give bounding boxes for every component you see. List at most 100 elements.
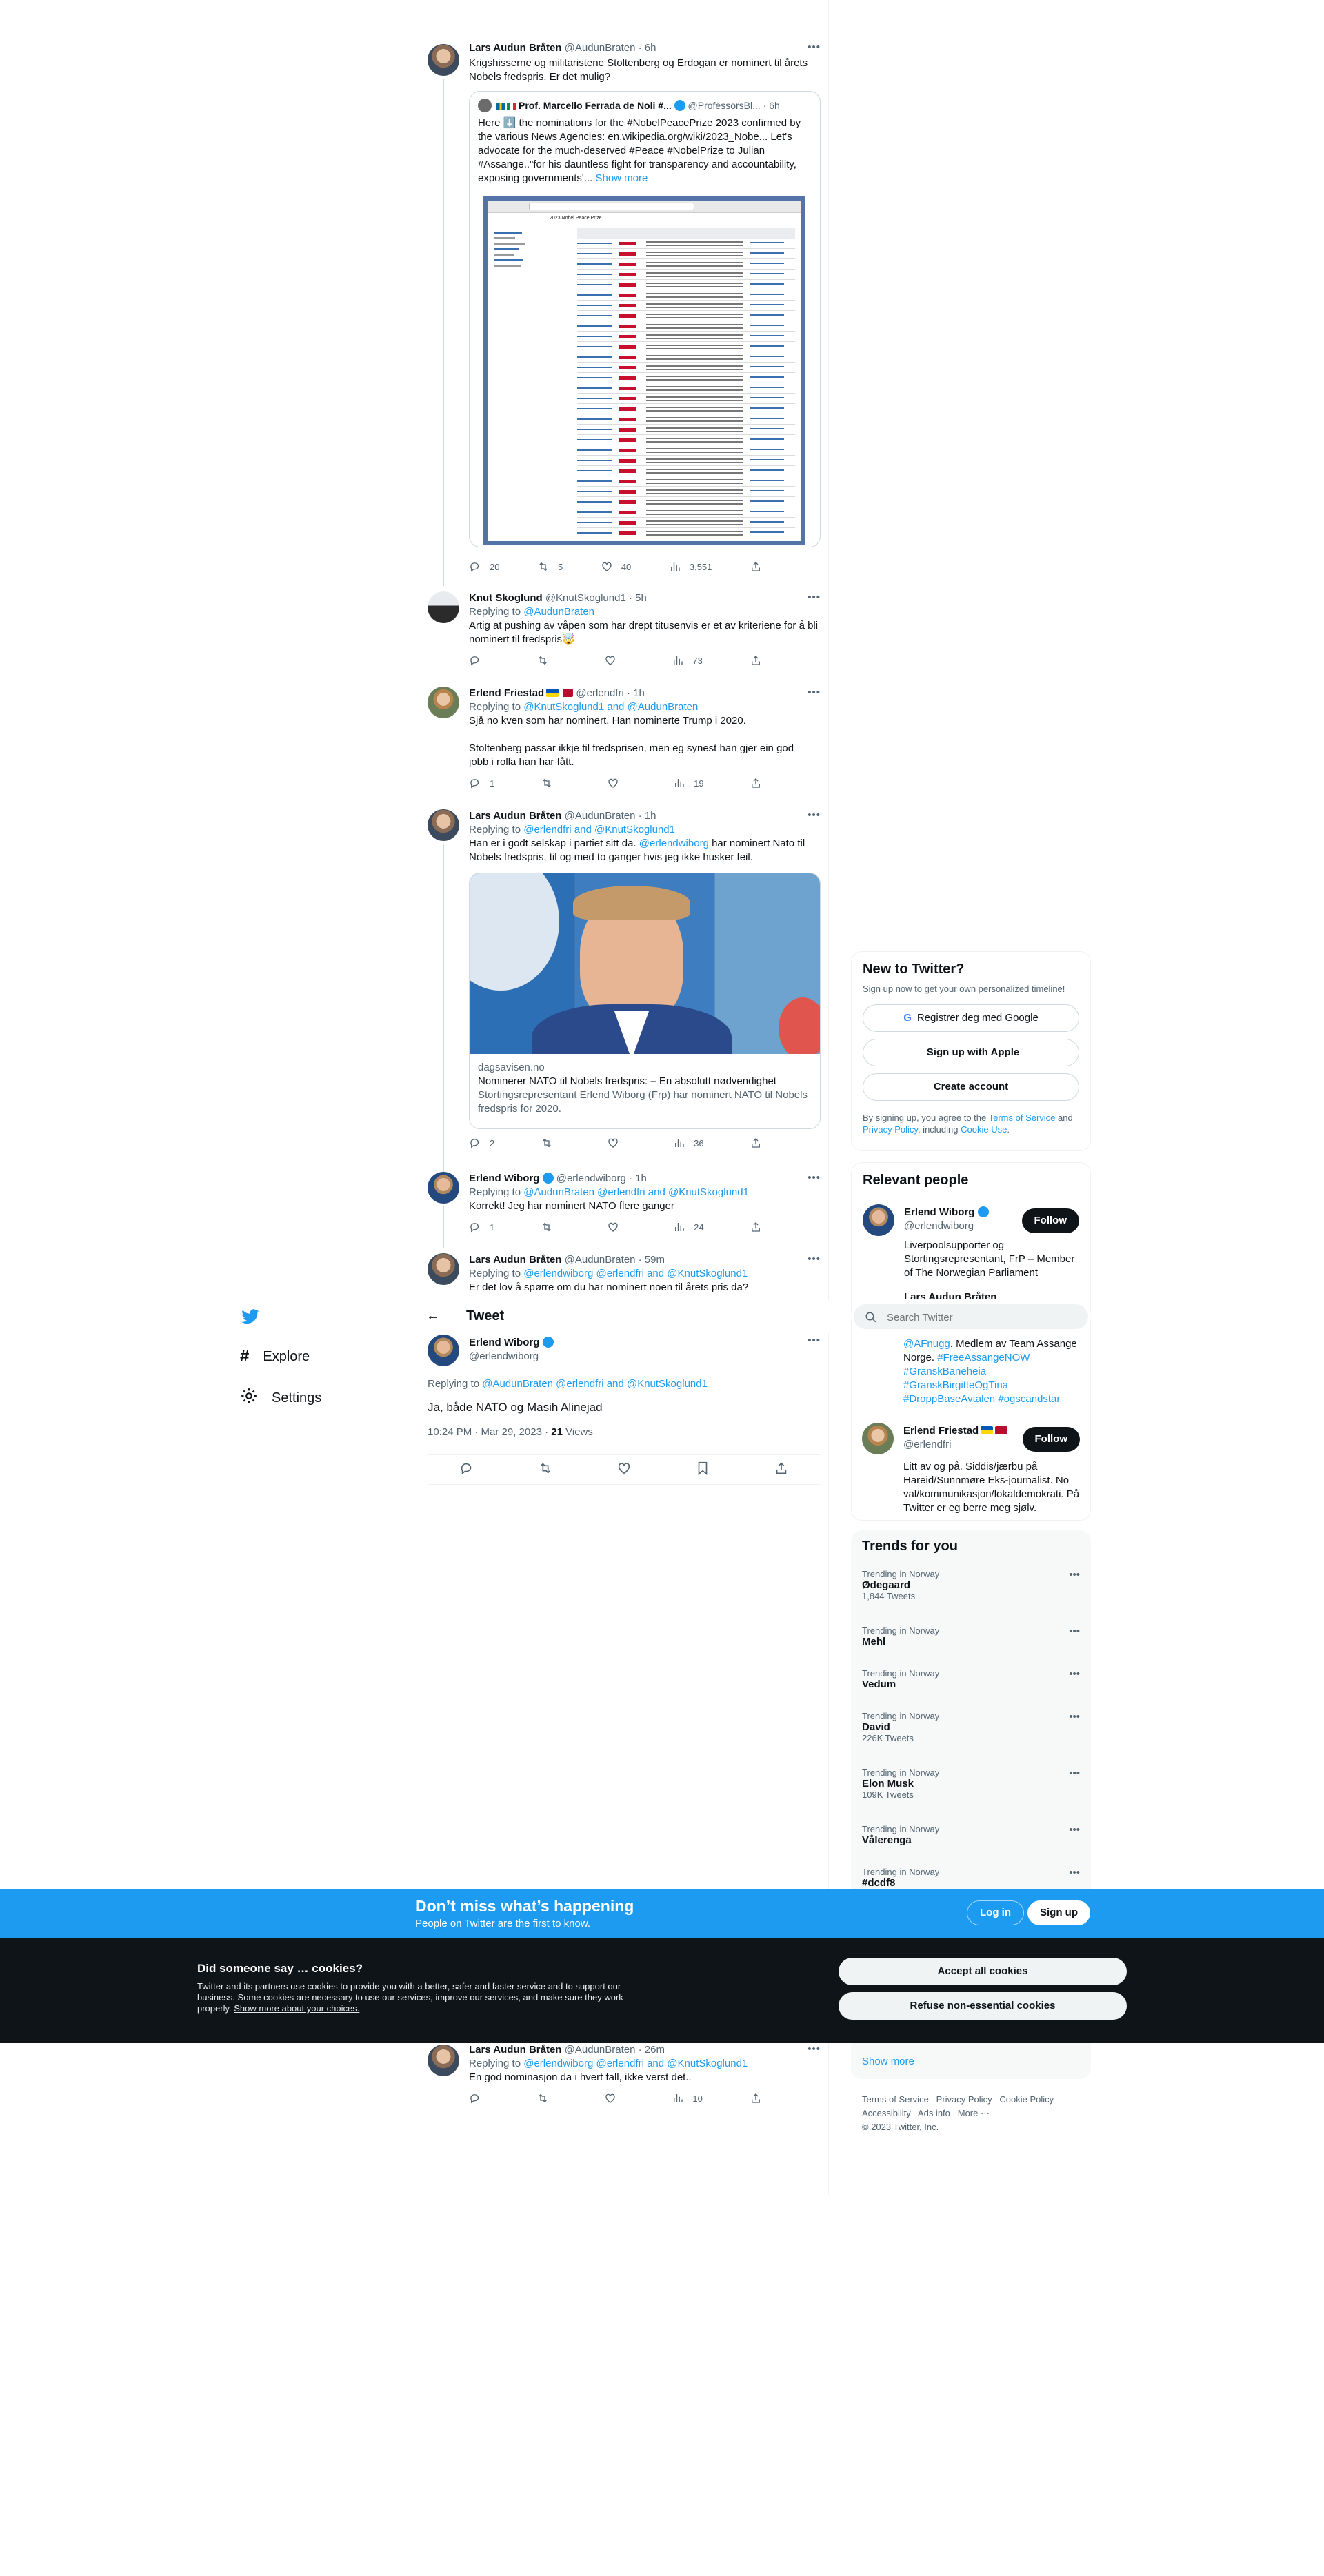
like-button[interactable]	[616, 1461, 632, 1479]
link-card[interactable]: dagsavisen.no Nominerer NATO til Nobels …	[469, 873, 821, 1129]
author-meta[interactable]: @KnutSkoglund1 · 5h	[545, 592, 647, 604]
person-handle[interactable]: @erlendfri	[903, 1438, 1007, 1452]
hashtag-link[interactable]: #ogscandstar	[998, 1393, 1060, 1405]
share-icon[interactable]	[750, 1221, 762, 1233]
more-icon[interactable]: •••	[808, 809, 821, 821]
tweet[interactable]: Knut Skoglund @KnutSkoglund1 · 5h ••• Re…	[428, 591, 821, 674]
footer-terms-link[interactable]: Terms of Service	[862, 2094, 929, 2105]
avatar[interactable]	[428, 591, 459, 623]
avatar[interactable]	[428, 809, 459, 841]
avatar[interactable]	[428, 2045, 459, 2076]
cookie-use-link[interactable]: Cookie Use	[961, 1124, 1007, 1135]
author-meta[interactable]: @erlendwiborg · 1h	[556, 1173, 647, 1184]
trend-item[interactable]: Trending in Norway Vedum •••	[862, 1668, 1080, 1690]
more-icon[interactable]: •••	[1069, 1867, 1080, 1878]
more-icon[interactable]: •••	[1069, 1824, 1080, 1836]
tweet[interactable]: Erlend Friestad @erlendfri · 1h ••• Repl…	[428, 687, 821, 797]
more-icon[interactable]: •••	[808, 591, 821, 603]
author-handle[interactable]: @erlendwiborg	[469, 1350, 554, 1363]
more-icon[interactable]: •••	[808, 2043, 821, 2055]
avatar[interactable]	[863, 1204, 894, 1236]
author-meta[interactable]: @AudunBraten · 59m	[565, 1254, 665, 1266]
views-button[interactable]: 73	[672, 654, 703, 667]
trend-item[interactable]: Trending in Norway Ødegaard 1,844 Tweets ••…	[862, 1569, 1080, 1601]
footer-accessibility-link[interactable]: Accessibility	[862, 2108, 911, 2118]
google-signup-button[interactable]: G Registrer deg med Google	[863, 1004, 1079, 1032]
reply-button[interactable]	[459, 1461, 474, 1479]
reply-button[interactable]: 20	[469, 560, 499, 573]
avatar[interactable]	[428, 1253, 459, 1285]
cookie-more-link[interactable]: Show more about your choices.	[234, 2003, 359, 2014]
quoted-tweet[interactable]: Prof. Marcello Ferrada de Noli #... @Pro…	[469, 91, 821, 547]
back-arrow-icon[interactable]: ←	[426, 1308, 440, 1324]
trend-item[interactable]: Trending in Norway Vålerenga •••	[862, 1824, 1080, 1846]
retweet-button[interactable]	[541, 1221, 561, 1233]
avatar[interactable]	[428, 687, 459, 718]
mention-link[interactable]: @erlendwiborg @erlendfri and @KnutSkoglu…	[523, 1268, 748, 1279]
author-name[interactable]: Lars Audun Bråten	[469, 810, 561, 822]
bookmark-button[interactable]	[695, 1461, 710, 1479]
author-name[interactable]: Erlend Friestad	[469, 687, 544, 699]
tweet[interactable]: Lars Audun Bråten @AudunBraten · 26m •••…	[428, 2043, 821, 2112]
more-icon[interactable]: •••	[1069, 1668, 1080, 1680]
author-name[interactable]: Erlend Wiborg	[469, 1173, 539, 1184]
mention-link[interactable]: @AFnugg	[903, 1338, 950, 1350]
views-button[interactable]: 10	[672, 2092, 703, 2105]
footer-more-link[interactable]: More ···	[958, 2108, 990, 2118]
retweet-button[interactable]	[541, 777, 561, 789]
like-button[interactable]	[604, 2092, 625, 2105]
footer-cookie-link[interactable]: Cookie Policy	[999, 2094, 1054, 2105]
author-meta[interactable]: @AudunBraten · 1h	[565, 810, 656, 822]
nav-explore[interactable]: # Explore	[240, 1347, 310, 1366]
author-meta[interactable]: @AudunBraten · 6h	[565, 42, 656, 54]
retweet-button[interactable]	[541, 1137, 561, 1149]
like-button[interactable]	[607, 1137, 628, 1149]
views-button[interactable]: 3,551	[669, 560, 712, 573]
mention-link[interactable]: @erlendwiborg @erlendfri and @KnutSkoglu…	[523, 2058, 748, 2069]
twitter-logo-icon[interactable]	[240, 1307, 261, 1326]
mention-link[interactable]: @AudunBraten @erlendfri and @KnutSkoglun…	[523, 1186, 749, 1198]
person-name[interactable]: Erlend Wiborg	[904, 1206, 974, 1218]
quote-image[interactable]: 2023 Nobel Peace Prize	[483, 196, 805, 545]
trend-item[interactable]: Trending in Norway David 226K Tweets •••	[862, 1711, 1080, 1743]
more-icon[interactable]: •••	[808, 1335, 821, 1346]
views-button[interactable]: 36	[673, 1137, 704, 1149]
terms-link[interactable]: Terms of Service	[989, 1113, 1056, 1123]
search-bar[interactable]	[851, 1301, 1091, 1332]
share-icon[interactable]	[750, 2092, 762, 2105]
focused-tweet[interactable]: Erlend Wiborg @erlendwiborg ••• Replying…	[428, 1335, 821, 1472]
tweet[interactable]: Lars Audun Bråten @AudunBraten · 6h ••• …	[428, 41, 821, 586]
more-icon[interactable]: •••	[808, 1172, 821, 1184]
share-icon[interactable]	[750, 777, 762, 789]
person-name[interactable]: Erlend Friestad	[903, 1425, 979, 1437]
author-name[interactable]: Lars Audun Bråten	[469, 42, 561, 54]
author-meta[interactable]: @AudunBraten · 26m	[565, 2044, 665, 2056]
share-icon[interactable]	[750, 560, 762, 573]
like-button[interactable]	[607, 1221, 628, 1233]
more-icon[interactable]: •••	[1069, 1767, 1080, 1779]
hashtag-link[interactable]: #FreeAssangeNOW	[937, 1352, 1030, 1363]
login-button[interactable]: Log in	[967, 1900, 1024, 1925]
retweet-button[interactable]	[536, 654, 557, 667]
hashtag-link[interactable]: #GranskBaneheia	[903, 1366, 986, 1377]
retweet-button[interactable]	[536, 2092, 557, 2105]
person-card[interactable]: Erlend Friestad @erlendfri Follow Litt av…	[862, 1423, 1080, 1514]
show-more-link[interactable]: Show more	[862, 2056, 914, 2067]
reply-button[interactable]: 2	[469, 1137, 494, 1149]
avatar[interactable]	[862, 1423, 894, 1454]
apple-signup-button[interactable]: Sign up with Apple	[863, 1039, 1079, 1066]
signup-button[interactable]: Sign up	[1027, 1900, 1090, 1925]
author-name[interactable]: Knut Skoglund	[469, 592, 543, 604]
more-icon[interactable]: •••	[808, 41, 821, 53]
tweet[interactable]: Lars Audun Bråten @AudunBraten · 59m •••…	[428, 1253, 821, 1301]
views-button[interactable]: 24	[673, 1221, 704, 1233]
author-name[interactable]: Erlend Wiborg	[469, 1337, 539, 1348]
accept-cookies-button[interactable]: Accept all cookies	[839, 1958, 1127, 1985]
reply-button[interactable]: 1	[469, 777, 494, 789]
mention-link[interactable]: @erlendfri and @KnutSkoglund1	[523, 824, 675, 835]
trend-item[interactable]: Trending in Norway Mehl •••	[862, 1625, 1080, 1647]
footer-privacy-link[interactable]: Privacy Policy	[936, 2094, 992, 2105]
follow-button[interactable]: Follow	[1022, 1427, 1080, 1452]
person-card[interactable]: Lars Audun Bråten	[904, 1291, 996, 1299]
reply-button[interactable]	[469, 654, 490, 667]
